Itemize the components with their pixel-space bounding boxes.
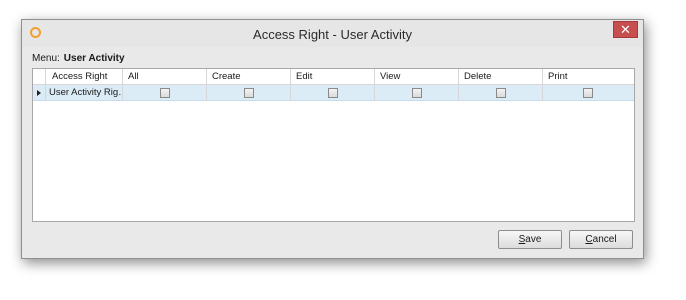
column-header-view[interactable]: View (375, 69, 459, 85)
cell-edit (291, 85, 375, 101)
cell-create (207, 85, 291, 101)
cancel-label-rest: ancel (592, 234, 617, 245)
column-header-access-right[interactable]: Access Right (46, 69, 123, 85)
close-icon: ✕ (620, 22, 631, 37)
column-header-all[interactable]: All (123, 69, 207, 85)
create-checkbox[interactable] (244, 88, 254, 98)
grid-header: Access Right All Create Edit View Delete… (33, 69, 634, 85)
access-right-grid[interactable]: Access Right All Create Edit View Delete… (32, 68, 635, 222)
close-button[interactable]: ✕ (613, 21, 638, 38)
view-checkbox[interactable] (412, 88, 422, 98)
title-bar[interactable]: Access Right - User Activity ✕ (22, 20, 643, 47)
cancel-button[interactable]: Cancel (569, 230, 633, 249)
save-label-rest: ave (525, 234, 542, 245)
header-indicator-cell (33, 69, 46, 85)
cell-all (123, 85, 207, 101)
column-header-print[interactable]: Print (543, 69, 634, 85)
window-title: Access Right - User Activity (253, 27, 412, 42)
cell-delete (459, 85, 543, 101)
print-checkbox[interactable] (583, 88, 593, 98)
delete-checkbox[interactable] (496, 88, 506, 98)
menu-info: Menu: User Activity (32, 53, 125, 64)
column-header-edit[interactable]: Edit (291, 69, 375, 85)
column-header-delete[interactable]: Delete (459, 69, 543, 85)
cell-access-right[interactable]: User Activity Rig… (46, 85, 123, 101)
column-header-create[interactable]: Create (207, 69, 291, 85)
access-right-dialog: Access Right - User Activity ✕ Menu: User… (21, 19, 644, 259)
cell-view (375, 85, 459, 101)
cell-print (543, 85, 634, 101)
menu-label: Menu: (32, 53, 60, 64)
save-button[interactable]: Save (498, 230, 562, 249)
row-pointer-icon (37, 90, 41, 96)
table-row[interactable]: User Activity Rig… (33, 85, 634, 101)
menu-value: User Activity (63, 53, 125, 64)
all-checkbox[interactable] (160, 88, 170, 98)
edit-checkbox[interactable] (328, 88, 338, 98)
cancel-mnemonic: C (585, 234, 593, 245)
row-indicator (33, 85, 46, 101)
